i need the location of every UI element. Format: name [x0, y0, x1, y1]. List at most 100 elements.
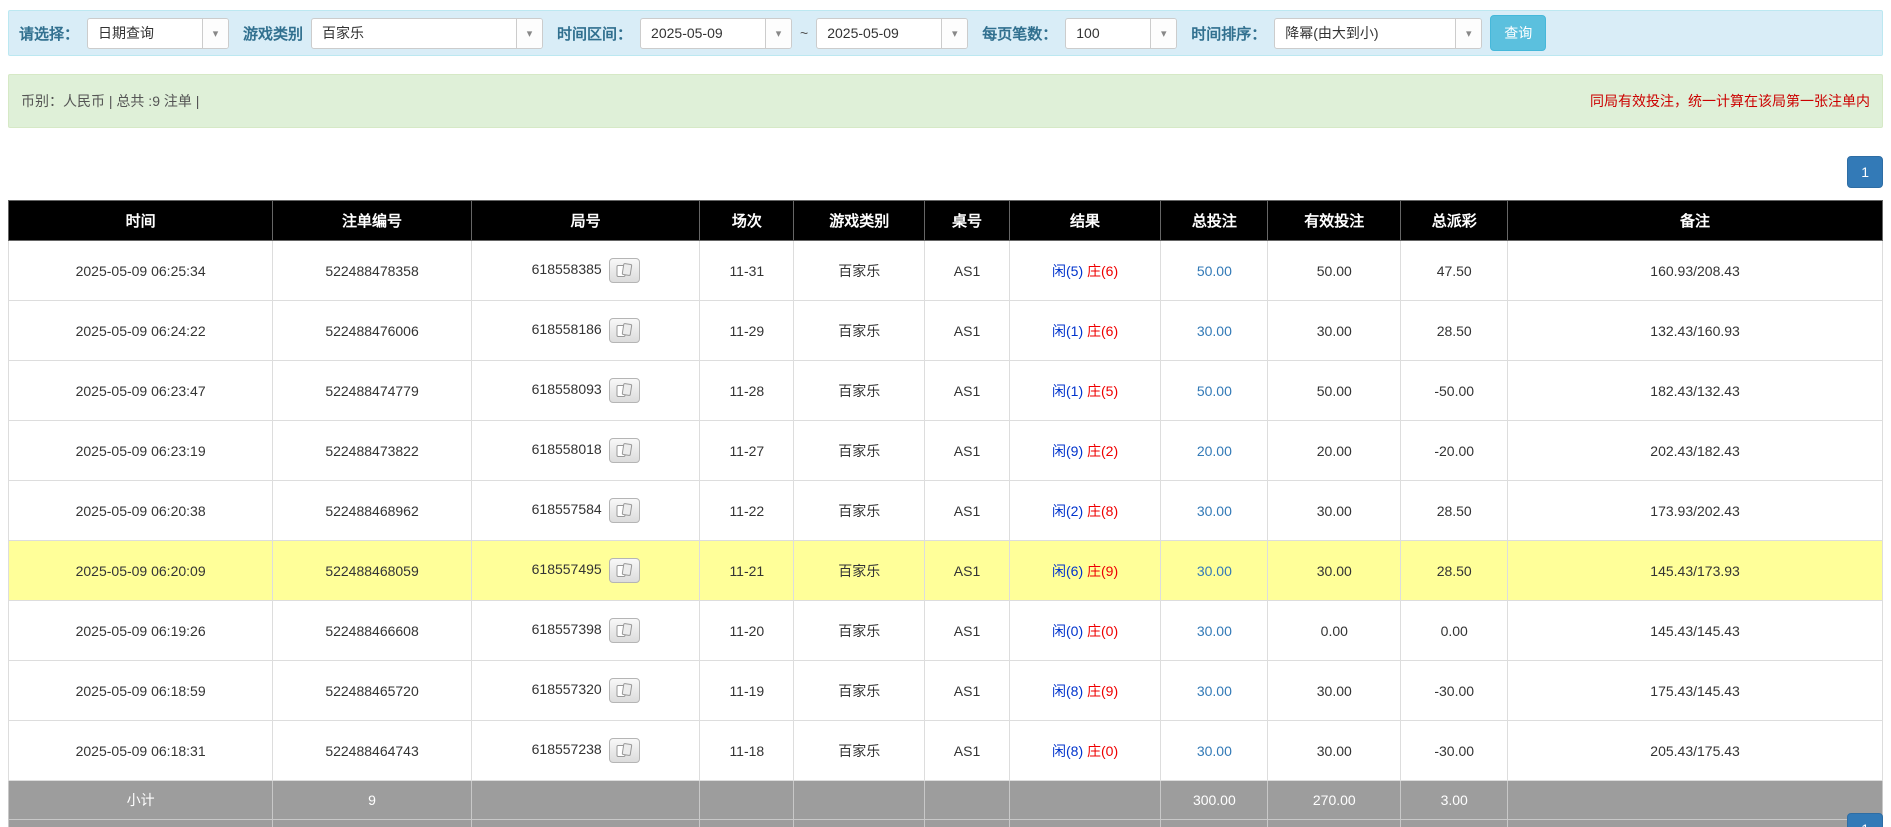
result-cell: 闲(2) 庄(8) — [1009, 481, 1161, 541]
banker-result: 庄(0) — [1083, 743, 1118, 759]
player-result: 闲(8) — [1052, 743, 1083, 759]
round-id-cell: 618558018 — [471, 421, 700, 481]
round-id-text: 618558018 — [532, 441, 602, 457]
footer-valid-bet-cell: 270.00 — [1268, 820, 1401, 827]
column-header: 游戏类别 — [794, 201, 925, 241]
page-1-button[interactable]: 1 — [1847, 813, 1883, 827]
footer-empty-cell — [471, 820, 700, 827]
game-category-dropdown[interactable]: 百家乐 ▾ — [311, 18, 543, 49]
payout-cell: 28.50 — [1401, 481, 1508, 541]
footer-empty-cell — [1009, 820, 1161, 827]
view-cards-button[interactable] — [609, 618, 640, 643]
query-type-dropdown[interactable]: 日期查询 ▾ — [87, 18, 229, 49]
remark-cell: 160.93/208.43 — [1508, 241, 1883, 301]
footer-payout-cell: 3.00 — [1401, 820, 1508, 827]
game-category-value: 百家乐 — [312, 23, 516, 43]
footer-empty-cell — [700, 781, 794, 820]
result-cell: 闲(8) 庄(0) — [1009, 721, 1161, 781]
remark-cell: 145.43/173.93 — [1508, 541, 1883, 601]
round-id-cell: 618558385 — [471, 241, 700, 301]
footer-empty-cell — [1508, 781, 1883, 820]
result-cell: 闲(1) 庄(6) — [1009, 301, 1161, 361]
column-header: 总派彩 — [1401, 201, 1508, 241]
footer-payout-cell: 3.00 — [1401, 781, 1508, 820]
total-bet-cell: 30.00 — [1161, 481, 1268, 541]
bet-id-cell: 522488474779 — [273, 361, 472, 421]
view-cards-button[interactable] — [609, 378, 640, 403]
view-cards-button[interactable] — [609, 558, 640, 583]
filter-bar: 请选择： 日期查询 ▾ 游戏类别 百家乐 ▾ 时间区间： 2025-05-09 … — [8, 10, 1883, 56]
game-category-cell: 百家乐 — [794, 481, 925, 541]
valid-bet-cell: 20.00 — [1268, 421, 1401, 481]
time-cell: 2025-05-09 06:24:22 — [9, 301, 273, 361]
total-bet-link[interactable]: 30.00 — [1197, 743, 1232, 759]
payout-cell: 28.50 — [1401, 301, 1508, 361]
table-row: 2025-05-09 06:18:31522488464743618557238… — [9, 721, 1883, 781]
total-bet-cell: 50.00 — [1161, 361, 1268, 421]
total-bet-cell: 30.00 — [1161, 301, 1268, 361]
view-cards-button[interactable] — [609, 498, 640, 523]
time-sort-dropdown[interactable]: 降幂(由大到小) ▾ — [1274, 18, 1482, 49]
total-bet-link[interactable]: 30.00 — [1197, 503, 1232, 519]
caret-down-icon: ▾ — [516, 19, 542, 48]
player-result: 闲(8) — [1052, 683, 1083, 699]
view-cards-button[interactable] — [609, 318, 640, 343]
date-from-value: 2025-05-09 — [641, 25, 765, 41]
total-bet-link[interactable]: 30.00 — [1197, 563, 1232, 579]
footer-empty-cell — [794, 820, 925, 827]
total-bet-link[interactable]: 30.00 — [1197, 623, 1232, 639]
valid-bet-cell: 30.00 — [1268, 301, 1401, 361]
date-to-picker[interactable]: 2025-05-09 ▾ — [816, 18, 968, 49]
valid-bet-cell: 30.00 — [1268, 541, 1401, 601]
column-header: 有效投注 — [1268, 201, 1401, 241]
result-cell: 闲(9) 庄(2) — [1009, 421, 1161, 481]
total-bet-link[interactable]: 30.00 — [1197, 323, 1232, 339]
footer-count-cell: 9 — [273, 820, 472, 827]
round-id-text: 618558385 — [532, 261, 602, 277]
footer-empty-cell — [471, 781, 700, 820]
table-number-cell: AS1 — [925, 301, 1009, 361]
total-row: 总计9300.00270.003.00 — [9, 820, 1883, 827]
view-cards-button[interactable] — [609, 258, 640, 283]
game-category-cell: 百家乐 — [794, 361, 925, 421]
total-bet-cell: 20.00 — [1161, 421, 1268, 481]
round-id-text: 618557398 — [532, 621, 602, 637]
total-bet-cell: 30.00 — [1161, 541, 1268, 601]
session-cell: 11-28 — [700, 361, 794, 421]
page-1-button[interactable]: 1 — [1847, 156, 1883, 188]
date-from-picker[interactable]: 2025-05-09 ▾ — [640, 18, 792, 49]
view-cards-button[interactable] — [609, 738, 640, 763]
table-header-row: 时间注单编号局号场次游戏类别桌号结果总投注有效投注总派彩备注 — [9, 201, 1883, 241]
player-result: 闲(0) — [1052, 623, 1083, 639]
total-bet-link[interactable]: 30.00 — [1197, 683, 1232, 699]
table-number-cell: AS1 — [925, 421, 1009, 481]
bet-id-cell: 522488468059 — [273, 541, 472, 601]
game-category-label: 游戏类别 — [243, 23, 303, 44]
column-header: 场次 — [700, 201, 794, 241]
time-cell: 2025-05-09 06:18:59 — [9, 661, 273, 721]
bet-id-cell: 522488476006 — [273, 301, 472, 361]
total-bet-link[interactable]: 20.00 — [1197, 443, 1232, 459]
result-cell: 闲(5) 庄(6) — [1009, 241, 1161, 301]
player-result: 闲(1) — [1052, 323, 1083, 339]
total-bet-link[interactable]: 50.00 — [1197, 263, 1232, 279]
query-button[interactable]: 查询 — [1490, 15, 1546, 51]
view-cards-button[interactable] — [609, 678, 640, 703]
per-page-dropdown[interactable]: 100 ▾ — [1065, 18, 1177, 49]
valid-bet-cell: 0.00 — [1268, 601, 1401, 661]
round-id-text: 618558093 — [532, 381, 602, 397]
payout-cell: 0.00 — [1401, 601, 1508, 661]
footer-empty-cell — [925, 781, 1009, 820]
table-number-cell: AS1 — [925, 241, 1009, 301]
bet-id-cell: 522488478358 — [273, 241, 472, 301]
view-cards-button[interactable] — [609, 438, 640, 463]
total-bet-link[interactable]: 50.00 — [1197, 383, 1232, 399]
round-id-cell: 618557584 — [471, 481, 700, 541]
currency-total-text: 币别：人民币 | 总共 :9 注单 | — [21, 91, 199, 111]
footer-total-bet-cell: 300.00 — [1161, 820, 1268, 827]
table-row: 2025-05-09 06:18:59522488465720618557320… — [9, 661, 1883, 721]
remark-cell: 145.43/145.43 — [1508, 601, 1883, 661]
banker-result: 庄(6) — [1083, 263, 1118, 279]
cards-icon — [616, 623, 633, 638]
session-cell: 11-29 — [700, 301, 794, 361]
